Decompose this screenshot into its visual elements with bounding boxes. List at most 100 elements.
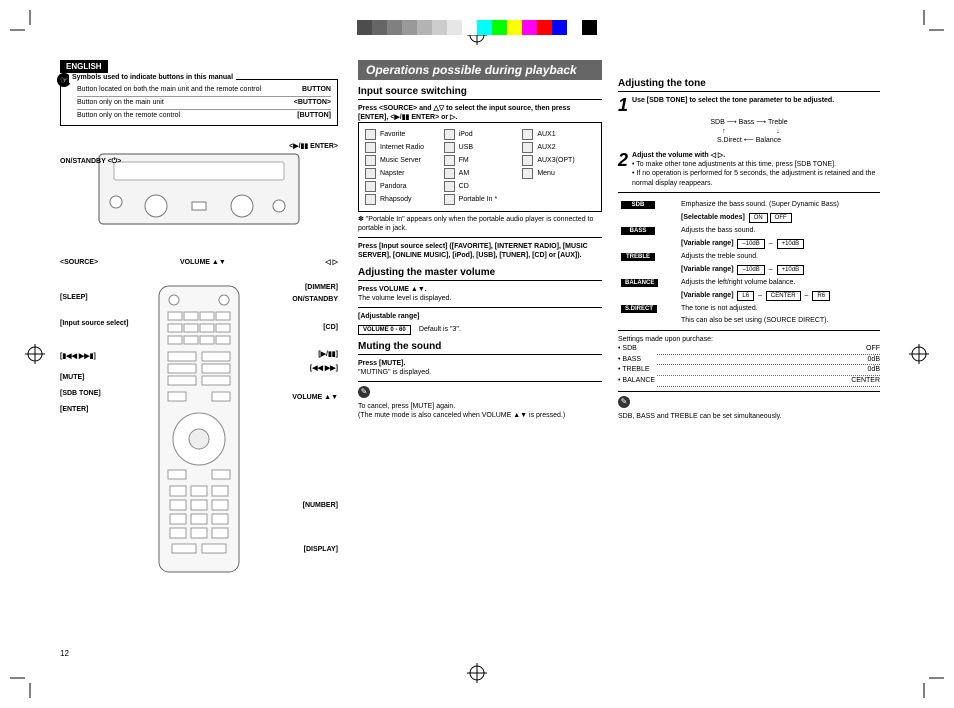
remote-label-volume: VOLUME ▲▼ bbox=[292, 394, 338, 401]
tone-row: SDB Emphasize the bass sound. (Super Dyna… bbox=[618, 199, 880, 211]
tone-step1: Use [SDB TONE] to select the tone parame… bbox=[632, 96, 834, 114]
color-bar bbox=[357, 20, 597, 35]
tone-subrow: [Variable range] –10dB – +10dB bbox=[618, 237, 880, 251]
source-cell: Internet Radio bbox=[365, 142, 438, 153]
tone-badge: SDB bbox=[621, 201, 655, 209]
default-key: BASS bbox=[618, 355, 655, 366]
source-icon bbox=[444, 168, 455, 179]
tone-footer-note: SDB, BASS and TREBLE can be set simultan… bbox=[618, 412, 880, 421]
pencil-icon: ✎ bbox=[618, 396, 630, 408]
source-label: iPod bbox=[459, 131, 473, 138]
source-icon bbox=[444, 155, 455, 166]
section-banner: Operations possible during playback bbox=[358, 60, 602, 80]
source-label: Internet Radio bbox=[380, 144, 424, 151]
tone-subrow: [Variable range] –10dB – +10dB bbox=[618, 263, 880, 277]
input-source-press2: Press [Input source select] ([FAVORITE],… bbox=[358, 242, 602, 260]
tone-value: +10dB bbox=[777, 265, 805, 275]
source-label: Pandora bbox=[380, 183, 406, 190]
color-swatch bbox=[357, 20, 372, 35]
symbol-row-sym: <BUTTON> bbox=[294, 98, 331, 108]
tone-desc: Adjusts the treble sound. bbox=[678, 251, 880, 263]
tone-badge: BASS bbox=[621, 227, 655, 235]
source-cell: Portable In * bbox=[444, 194, 517, 205]
color-swatch bbox=[417, 20, 432, 35]
tone-table: SDB Emphasize the bass sound. (Super Dyna… bbox=[618, 199, 880, 326]
source-icon bbox=[522, 142, 533, 153]
volume-default: Default is "3". bbox=[419, 326, 461, 333]
tone-subrow: [Selectable modes] ON OFF bbox=[618, 211, 880, 225]
tone-row: TREBLE Adjusts the treble sound. bbox=[618, 251, 880, 263]
color-swatch bbox=[492, 20, 507, 35]
defaults-heading: Settings made upon purchase: bbox=[618, 335, 880, 344]
source-icon bbox=[365, 181, 376, 192]
tone-badge: TREBLE bbox=[621, 253, 655, 261]
remote-label-skip: [▮◀◀ ▶▶▮] bbox=[60, 352, 96, 360]
source-label: AUX1 bbox=[537, 131, 555, 138]
source-cell: AM bbox=[444, 168, 517, 179]
master-volume-heading: Adjusting the master volume bbox=[358, 267, 602, 281]
source-cell: Favorite bbox=[365, 129, 438, 140]
source-label: FM bbox=[459, 157, 469, 164]
remote-label-sdb: [SDB TONE] bbox=[60, 390, 101, 397]
color-swatch bbox=[507, 20, 522, 35]
source-cell: USB bbox=[444, 142, 517, 153]
source-cell: AUX1 bbox=[522, 129, 595, 140]
tone-value: ON bbox=[749, 213, 768, 223]
source-cell: Rhapsody bbox=[365, 194, 438, 205]
source-label: Favorite bbox=[380, 131, 405, 138]
source-icon bbox=[365, 129, 376, 140]
color-swatch bbox=[477, 20, 492, 35]
color-swatch bbox=[432, 20, 447, 35]
source-label: USB bbox=[459, 144, 473, 151]
tone-extra: This can also be set using (SOURCE DIREC… bbox=[618, 315, 880, 326]
main-unit-figure: <▶/▮▮ ENTER> ON/STANDBY <⏻> <SOURCE> VOL… bbox=[60, 144, 338, 264]
step-number-1: 1 bbox=[618, 96, 628, 114]
color-swatch bbox=[552, 20, 567, 35]
tone-value: OFF bbox=[770, 213, 792, 223]
main-unit-icon bbox=[94, 144, 304, 234]
symbol-row-desc: Button only on the main unit bbox=[77, 98, 164, 108]
source-label: Napster bbox=[380, 170, 405, 177]
step-number-2: 2 bbox=[618, 151, 628, 187]
remote-label-dimmer: [DIMMER] bbox=[305, 284, 338, 291]
tone-step2: Adjust the volume with ◁ ▷. bbox=[632, 151, 880, 160]
unit-label-volume: VOLUME ▲▼ bbox=[180, 259, 226, 266]
symbol-legend-box: ☞ Symbols used to indicate buttons in th… bbox=[60, 79, 338, 126]
source-label: AM bbox=[459, 170, 470, 177]
portable-in-note: ✽ "Portable In" appears only when the po… bbox=[358, 215, 602, 233]
remote-label-scan: [◀◀ ▶▶] bbox=[310, 364, 338, 372]
source-icon bbox=[365, 194, 376, 205]
tone-heading: Adjusting the tone bbox=[618, 78, 880, 92]
source-cell: FM bbox=[444, 155, 517, 166]
color-swatch bbox=[537, 20, 552, 35]
color-swatch bbox=[567, 20, 582, 35]
tone-desc: Emphasize the bass sound. (Super Dynamic… bbox=[678, 199, 880, 211]
default-key: BALANCE bbox=[618, 376, 655, 387]
source-cell: Menu bbox=[522, 168, 595, 179]
unit-label-enter: <▶/▮▮ ENTER> bbox=[289, 142, 338, 150]
tone-flow-diagram: SDB ⟶ Bass ⟶ Treble ↑ ↓S.Direct ⟵ Balanc… bbox=[618, 118, 880, 145]
color-swatch bbox=[387, 20, 402, 35]
default-key: SDB bbox=[618, 344, 655, 355]
remote-label-standby: ON/STANDBY bbox=[292, 296, 338, 303]
tone-badge: BALANCE bbox=[621, 279, 658, 287]
tone-value: +10dB bbox=[777, 239, 805, 249]
tone-row: S.DIRECTThe tone is not adjusted. bbox=[618, 303, 880, 315]
muting-heading: Muting the sound bbox=[358, 341, 602, 355]
symbol-row-sym: [BUTTON] bbox=[297, 111, 331, 121]
range-label: [Adjustable range] bbox=[358, 313, 419, 320]
crop-mark bbox=[10, 10, 40, 40]
remote-label-enter: [ENTER] bbox=[60, 406, 88, 413]
symbol-row-desc: Button only on the remote control bbox=[77, 111, 180, 121]
default-value: OFF bbox=[657, 344, 880, 355]
crop-mark bbox=[914, 668, 944, 698]
defaults-list: SDBOFFBASS0dBTREBLE0dBBALANCECENTER bbox=[618, 344, 880, 387]
tone-desc: Adjusts the left/right volume balance. bbox=[678, 277, 880, 289]
input-source-press: Press <SOURCE> and △▽ to select the inpu… bbox=[358, 104, 602, 122]
tone-value: –10dB bbox=[737, 265, 764, 275]
registration-mark bbox=[25, 344, 45, 364]
middle-column: Operations possible during playback Inpu… bbox=[350, 60, 610, 648]
tone-step2-note1: • To make other tone adjustments at this… bbox=[632, 160, 880, 169]
source-label: AUX3(OPT) bbox=[537, 157, 574, 164]
source-cell bbox=[522, 181, 595, 192]
